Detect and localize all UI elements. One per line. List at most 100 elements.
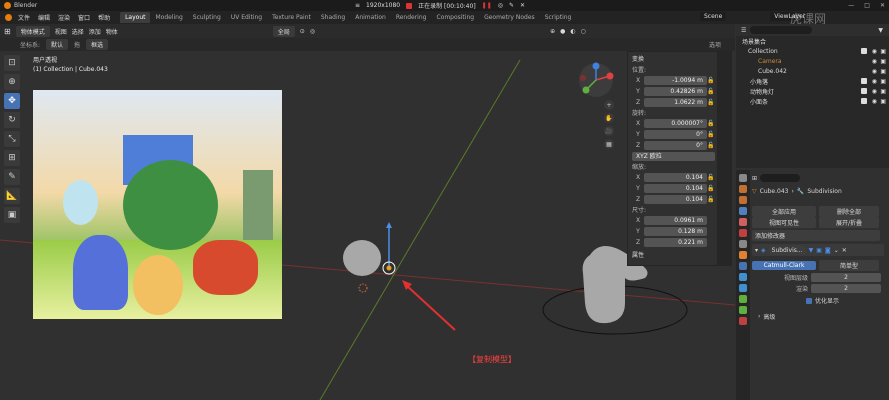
world-tab-icon[interactable] xyxy=(739,229,747,237)
dim-y-row[interactable]: Y 0.128 m xyxy=(632,226,715,236)
constraints-tab-icon[interactable] xyxy=(739,295,747,303)
dim-x-row[interactable]: X 0.0961 m xyxy=(632,215,715,225)
location-x-row[interactable]: X -1.0094 m 🔓 xyxy=(632,75,715,85)
camera-icon[interactable]: ▣ xyxy=(880,58,886,65)
eye-icon[interactable]: ◉ xyxy=(872,98,877,105)
checkbox[interactable] xyxy=(861,48,867,54)
advanced-row[interactable]: › 高级 xyxy=(758,312,775,321)
camera-icon[interactable]: ▣ xyxy=(880,48,886,55)
transform-header[interactable]: 变换 xyxy=(628,52,717,65)
simple-button[interactable]: 简单型 xyxy=(819,260,879,271)
lock-icon[interactable]: 🔓 xyxy=(707,142,715,149)
sidebar-tabs[interactable] xyxy=(718,51,732,266)
modifier-menu-icon[interactable]: ⌄ xyxy=(834,247,839,254)
rotation-mode-dropdown[interactable]: XYZ 欧拉 xyxy=(632,151,715,161)
navigation-gizmo[interactable] xyxy=(578,62,614,98)
rotation-x-field[interactable]: 0.000007° xyxy=(644,118,707,128)
location-y-row[interactable]: Y 0.42826 m 🔓 xyxy=(632,86,715,96)
optimal-display-checkbox[interactable] xyxy=(806,297,812,304)
lock-icon[interactable]: 🔓 xyxy=(707,196,715,203)
levels-viewport-field[interactable]: 2 xyxy=(811,273,881,282)
eye-icon[interactable]: ◉ xyxy=(872,88,877,95)
location-z-field[interactable]: 1.0622 m xyxy=(644,97,707,107)
scale-z-field[interactable]: 0.104 xyxy=(644,194,707,204)
lock-icon[interactable]: 🔓 xyxy=(707,99,715,106)
rotation-y-field[interactable]: 0° xyxy=(644,129,707,139)
minimize-icon[interactable]: — xyxy=(848,2,854,9)
scale-x-field[interactable]: 0.104 xyxy=(644,172,707,182)
expand-icon[interactable]: ▾ xyxy=(755,247,758,254)
collection-tab-icon[interactable] xyxy=(739,240,747,248)
outliner-item-cube042[interactable]: Cube.042 ◉ ▣ xyxy=(736,66,889,76)
checkbox[interactable] xyxy=(861,88,867,94)
eye-icon[interactable]: ◉ xyxy=(872,48,877,55)
location-x-field[interactable]: -1.0094 m xyxy=(644,75,707,85)
outliner-scene-collection[interactable]: 场景集合 xyxy=(736,36,889,46)
location-z-row[interactable]: Z 1.0622 m 🔓 xyxy=(632,97,715,107)
data-tab-icon[interactable] xyxy=(739,306,747,314)
lock-icon[interactable]: 🔓 xyxy=(707,88,715,95)
apply-all-button[interactable]: 全部应用 xyxy=(752,206,816,217)
modifier-tab-icon[interactable] xyxy=(739,262,747,270)
viewport-visibility-button[interactable]: 视图可见性 xyxy=(752,217,816,228)
camera-icon[interactable]: ▣ xyxy=(880,88,886,95)
rotation-x-row[interactable]: X 0.000007° 🔓 xyxy=(632,118,715,128)
location-y-field[interactable]: 0.42826 m xyxy=(644,86,707,96)
dimension-y-field[interactable]: 0.128 m xyxy=(644,226,707,236)
dim-z-row[interactable]: Z 0.221 m xyxy=(632,237,715,247)
close-icon[interactable]: ✕ xyxy=(880,2,885,9)
outliner-item-camera[interactable]: Camera ◉ ▣ xyxy=(736,56,889,66)
rotation-y-row[interactable]: Y 0° 🔓 xyxy=(632,129,715,139)
eye-icon[interactable]: ◉ xyxy=(872,58,877,65)
camera-icon[interactable]: ▣ xyxy=(880,98,886,105)
render-tab-icon[interactable] xyxy=(739,185,747,193)
maximize-icon[interactable]: □ xyxy=(864,2,870,9)
camera-icon[interactable]: ▣ xyxy=(880,68,886,75)
modifier-name-field[interactable]: Subdivis... xyxy=(768,245,806,255)
scale-x-row[interactable]: X 0.104 🔓 xyxy=(632,172,715,182)
view-layer-tab-icon[interactable] xyxy=(739,207,747,215)
edit-mode-icon[interactable]: ▼ xyxy=(809,247,814,254)
lock-icon[interactable]: 🔓 xyxy=(707,131,715,138)
lock-icon[interactable]: 🔓 xyxy=(707,185,715,192)
rotation-mode-row[interactable]: XYZ 欧拉 xyxy=(632,151,715,161)
output-tab-icon[interactable] xyxy=(739,196,747,204)
expand-icon[interactable]: › xyxy=(758,313,760,320)
particles-tab-icon[interactable] xyxy=(739,273,747,281)
rotation-z-row[interactable]: Z 0° 🔓 xyxy=(632,140,715,150)
toggle-stack-button[interactable]: 展开/折叠 xyxy=(819,217,879,228)
scale-y-field[interactable]: 0.104 xyxy=(644,183,707,193)
viewport-icon[interactable]: ▣ xyxy=(816,247,822,254)
scale-y-row[interactable]: Y 0.104 🔓 xyxy=(632,183,715,193)
camera-icon[interactable]: ▣ xyxy=(880,78,886,85)
pan-hand-icon[interactable]: ✋ xyxy=(604,113,614,123)
ortho-grid-icon[interactable]: ▦ xyxy=(604,139,614,149)
outliner-item-animal-lamp[interactable]: 动物角灯 ◉ ▣ xyxy=(736,86,889,96)
outliner-item-corner[interactable]: 小角落 ◉ ▣ xyxy=(736,76,889,86)
dimension-x-field[interactable]: 0.0961 m xyxy=(644,215,707,225)
outliner-item-noodle[interactable]: 小面条 ◉ ▣ xyxy=(736,96,889,106)
render-levels-field[interactable]: 2 xyxy=(811,284,881,293)
lock-icon[interactable]: 🔓 xyxy=(707,174,715,181)
checkbox[interactable] xyxy=(861,98,867,104)
eye-icon[interactable]: ◉ xyxy=(872,68,877,75)
props-search[interactable] xyxy=(760,174,801,182)
camera-view-icon[interactable]: 🎥 xyxy=(604,126,614,136)
delete-all-button[interactable]: 删除全部 xyxy=(819,206,879,217)
properties-subpanel[interactable]: 属性 xyxy=(628,248,717,261)
lock-icon[interactable]: 🔓 xyxy=(707,77,715,84)
catmull-clark-button[interactable]: Catmull-Clark xyxy=(752,261,816,270)
object-tab-icon[interactable] xyxy=(739,251,747,259)
add-modifier-dropdown[interactable]: 添加修改器 xyxy=(752,230,880,241)
scale-z-row[interactable]: Z 0.104 🔓 xyxy=(632,194,715,204)
checkbox[interactable] xyxy=(861,78,867,84)
dimension-z-field[interactable]: 0.221 m xyxy=(644,237,707,247)
lock-icon[interactable]: 🔓 xyxy=(707,120,715,127)
rotation-z-field[interactable]: 0° xyxy=(644,140,707,150)
props-editor-icon[interactable]: ⊞ xyxy=(752,175,757,182)
filter-icon[interactable]: ▼ xyxy=(878,27,883,34)
eye-icon[interactable]: ◉ xyxy=(872,78,877,85)
modifier-header[interactable]: ▾ ◈ Subdivis... ▼ ▣ ◙ ⌄ ✕ xyxy=(752,244,884,256)
modifier-close-icon[interactable]: ✕ xyxy=(842,247,847,254)
tool-tab-icon[interactable] xyxy=(739,174,747,182)
